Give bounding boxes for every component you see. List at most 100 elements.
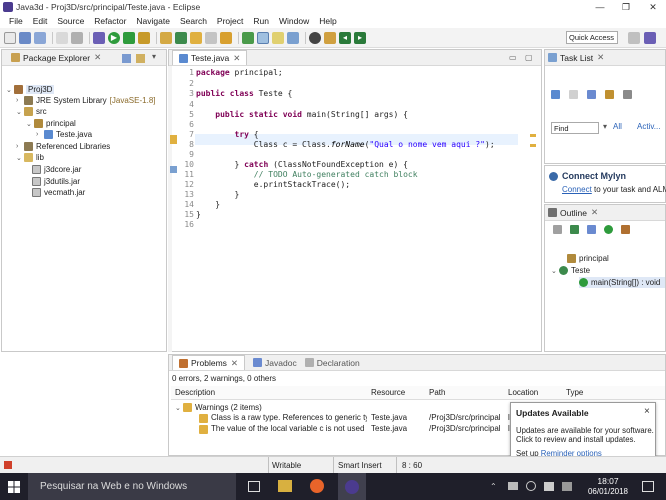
expand-icon[interactable]: › xyxy=(36,131,44,138)
block-selection-icon[interactable] xyxy=(287,31,299,44)
close-tab-icon[interactable]: ✕ xyxy=(597,52,604,63)
hide-fields-icon[interactable] xyxy=(570,225,579,234)
print-icon[interactable] xyxy=(56,31,68,44)
taskbar-search-box[interactable]: Pesquisar na Web e no Windows xyxy=(28,473,236,500)
outline-item-package[interactable]: principal xyxy=(567,253,609,264)
open-perspective-icon[interactable] xyxy=(628,32,640,44)
package-explorer-tab[interactable]: Package Explorer ✕ xyxy=(5,50,107,65)
annotation-next-icon[interactable] xyxy=(242,31,254,44)
outline-title[interactable]: Outline xyxy=(560,208,587,218)
eclipse-taskbar-button[interactable] xyxy=(338,473,366,500)
tree-item-j3dutils[interactable]: j3dutils.jar xyxy=(32,176,80,187)
scheduled-icon[interactable] xyxy=(605,90,614,99)
expand-icon[interactable]: ⌄ xyxy=(16,108,24,116)
open-type-icon[interactable] xyxy=(190,31,202,44)
pencil-icon[interactable] xyxy=(220,31,232,44)
menu-help[interactable]: Help xyxy=(314,16,341,26)
find-dropdown-icon[interactable]: ▾ xyxy=(603,122,607,131)
overview-warning-marker[interactable] xyxy=(530,144,536,147)
mylyn-connect-link[interactable]: Connect xyxy=(562,185,592,194)
debug-icon[interactable] xyxy=(93,31,105,44)
menu-run[interactable]: Run xyxy=(248,16,274,26)
column-resource[interactable]: Resource xyxy=(371,388,405,397)
column-description[interactable]: Description xyxy=(175,388,215,397)
column-location[interactable]: Location xyxy=(508,388,538,397)
tree-item-lib[interactable]: ⌄ lib xyxy=(16,152,44,163)
categorized-icon[interactable] xyxy=(587,90,596,99)
menu-file[interactable]: File xyxy=(4,16,28,26)
save-all-icon[interactable] xyxy=(34,31,46,44)
collapse-all-icon[interactable] xyxy=(122,54,131,63)
menu-refactor[interactable]: Refactor xyxy=(89,16,131,26)
notification-center-icon[interactable] xyxy=(642,481,654,492)
hide-local-icon[interactable] xyxy=(621,225,630,234)
expand-icon[interactable]: ⌄ xyxy=(16,154,24,162)
menu-source[interactable]: Source xyxy=(52,16,89,26)
status-insert-mode[interactable]: Smart Insert xyxy=(338,461,382,470)
battery-icon[interactable] xyxy=(508,482,518,490)
expand-icon[interactable]: › xyxy=(16,143,24,150)
tray-chevron-icon[interactable]: ⌃ xyxy=(490,482,497,491)
outline-item-class[interactable]: ⌄ Teste xyxy=(551,265,590,276)
sync-icon[interactable] xyxy=(569,90,578,99)
quick-access-input[interactable]: Quick Access xyxy=(566,31,618,44)
minimize-view-icon[interactable]: ▭ xyxy=(509,53,517,62)
task-view-icon[interactable] xyxy=(248,481,260,492)
file-explorer-icon[interactable] xyxy=(278,480,292,492)
editor-tab-teste[interactable]: Teste.java ✕ xyxy=(172,50,248,65)
last-edit-icon[interactable] xyxy=(324,31,336,44)
maximize-button[interactable]: ❐ xyxy=(613,0,639,14)
close-tab-icon[interactable]: ✕ xyxy=(591,207,598,218)
updates-close-icon[interactable]: × xyxy=(644,406,650,417)
menu-edit[interactable]: Edit xyxy=(28,16,53,26)
java-perspective-icon[interactable] xyxy=(644,32,656,44)
search-icon[interactable] xyxy=(205,31,217,44)
menu-navigate[interactable]: Navigate xyxy=(131,16,175,26)
network-icon[interactable] xyxy=(526,481,536,491)
expand-icon[interactable]: ⌄ xyxy=(175,404,183,412)
close-tab-icon[interactable]: ✕ xyxy=(94,52,101,63)
tab-declaration[interactable]: Declaration xyxy=(304,358,360,368)
mark-occurrences-icon[interactable] xyxy=(257,31,269,44)
overview-warning-marker[interactable] xyxy=(530,134,536,137)
expand-icon[interactable]: ⌄ xyxy=(551,267,559,275)
tab-javadoc[interactable]: Javadoc xyxy=(253,358,297,368)
error-log-icon[interactable] xyxy=(4,461,12,469)
sort-icon[interactable] xyxy=(553,225,562,234)
updates-notification[interactable]: Updates Available × Updates are availabl… xyxy=(510,402,656,460)
windows-start-icon[interactable] xyxy=(8,481,20,493)
save-icon[interactable] xyxy=(19,31,31,44)
new-package-icon[interactable] xyxy=(160,31,172,44)
new-icon[interactable] xyxy=(4,31,16,44)
hide-static-icon[interactable] xyxy=(587,225,596,234)
maximize-view-icon[interactable]: ▢ xyxy=(525,53,533,62)
outline-item-method[interactable]: main(String[]) : void xyxy=(579,277,665,288)
external-tools-icon[interactable] xyxy=(138,31,150,44)
back-icon[interactable]: ◂ xyxy=(339,31,351,44)
minimize-button[interactable]: — xyxy=(587,0,613,14)
new-class-icon[interactable] xyxy=(175,31,187,44)
hide-nonpublic-icon[interactable] xyxy=(604,225,613,234)
toggle-icon[interactable] xyxy=(71,31,83,44)
taskbar-time[interactable]: 18:07 xyxy=(588,476,628,486)
menu-search[interactable]: Search xyxy=(175,16,212,26)
tree-item-principal[interactable]: ⌄ principal xyxy=(26,118,76,129)
close-tab-icon[interactable]: ✕ xyxy=(233,53,240,64)
word-wrap-icon[interactable] xyxy=(272,31,284,44)
expand-icon[interactable]: ⌄ xyxy=(26,120,34,128)
keyboard-icon[interactable] xyxy=(562,482,572,491)
run-dropdown-icon[interactable] xyxy=(123,31,135,44)
pin-icon[interactable] xyxy=(309,31,321,44)
task-find-input[interactable]: Find xyxy=(551,122,599,134)
firefox-icon[interactable] xyxy=(310,479,324,493)
view-menu-icon[interactable]: ▾ xyxy=(152,52,156,61)
volume-icon[interactable] xyxy=(544,482,554,491)
run-icon[interactable]: ▶ xyxy=(108,31,120,44)
task-activate[interactable]: Activ... xyxy=(637,122,660,131)
expand-icon[interactable]: ⌄ xyxy=(6,86,14,94)
column-path[interactable]: Path xyxy=(429,388,445,397)
tree-item-src[interactable]: ⌄ src xyxy=(16,106,47,117)
tree-item-jre[interactable]: › JRE System Library [JavaSE-1.8] xyxy=(16,95,156,106)
tab-problems[interactable]: Problems ✕ xyxy=(172,355,246,370)
tree-item-project[interactable]: ⌄ Proj3D xyxy=(6,84,55,95)
